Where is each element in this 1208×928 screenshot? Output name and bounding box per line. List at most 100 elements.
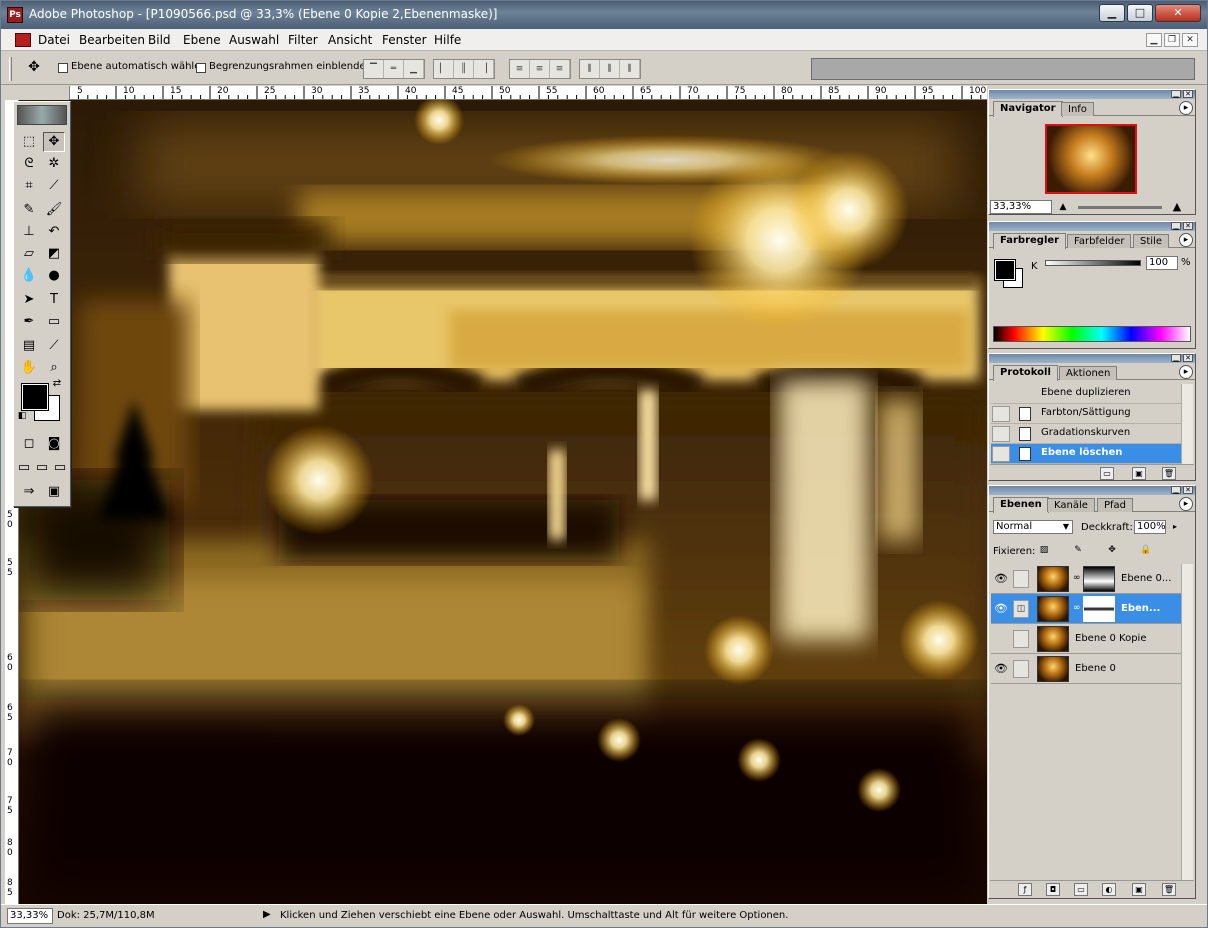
auto-select-checkbox[interactable]	[58, 63, 68, 73]
distribute-hcenter-icon[interactable]: ⫼	[600, 60, 620, 78]
menu-ebene[interactable]: Ebene	[183, 33, 221, 47]
zoom-out-icon[interactable]: ▲	[1054, 200, 1072, 214]
doc-close-button[interactable]: ✕	[1182, 33, 1198, 47]
align-bottom-icon[interactable]: ▁	[404, 60, 424, 78]
horizontal-ruler[interactable]: 5 10 15 20 25 30 35 40 45 50 55 60 65 70…	[69, 86, 987, 100]
menu-auswahl[interactable]: Auswahl	[229, 33, 279, 47]
history-item[interactable]: Farbton/Sättigung	[991, 404, 1181, 424]
add-mask-icon[interactable]: ◘	[1046, 883, 1060, 896]
screen-mode-standard-icon[interactable]: ▭	[16, 458, 32, 478]
layer-name[interactable]: Eben...	[1121, 603, 1160, 614]
mask-link-icon[interactable]: ∞	[1073, 603, 1081, 613]
dodge-tool-icon[interactable]: ●	[43, 266, 65, 286]
new-set-icon[interactable]: ▭	[1074, 883, 1088, 896]
trash-icon[interactable]: 🗑	[1162, 467, 1176, 480]
palette-close-button[interactable]: ✕	[1183, 90, 1193, 98]
slice-tool-icon[interactable]: ⟋	[43, 176, 65, 196]
blend-mode-select[interactable]: Normal ▼	[993, 520, 1073, 534]
opacity-input[interactable]: 100%	[1134, 520, 1166, 534]
distribute-left-icon[interactable]: ⫼	[580, 60, 600, 78]
eye-icon[interactable]: 👁	[993, 601, 1009, 617]
palette-minimize-button[interactable]: ▁	[1171, 90, 1181, 98]
eye-icon[interactable]: 👁	[993, 571, 1009, 587]
layer-row[interactable]: 👁 ∞ Ebene 0...	[991, 564, 1181, 594]
path-select-icon[interactable]: ➤	[18, 290, 40, 310]
align-vcenter-icon[interactable]: ═	[384, 60, 404, 78]
menu-hilfe[interactable]: Hilfe	[434, 33, 461, 47]
layer-row[interactable]: 👁 Ebene 0	[991, 654, 1181, 684]
k-value-input[interactable]: 100	[1146, 256, 1178, 270]
zoom-tool-icon[interactable]: ⌕	[43, 358, 65, 378]
tab-pfad[interactable]: Pfad	[1097, 498, 1134, 512]
navigator-thumbnail[interactable]	[1045, 124, 1137, 194]
color-spectrum[interactable]	[993, 326, 1191, 342]
palette-titlebar[interactable]: ▁ ✕	[989, 486, 1195, 495]
lock-image-icon[interactable]: ✎	[1071, 542, 1085, 558]
lock-transparency-icon[interactable]: ▨	[1037, 542, 1051, 558]
doc-restore-button[interactable]: ❐	[1164, 33, 1180, 47]
palette-titlebar[interactable]: ▁ ✕	[989, 354, 1195, 363]
layer-link-box[interactable]	[1013, 660, 1029, 678]
swap-colors-icon[interactable]: ⇄	[50, 378, 64, 390]
status-zoom-input[interactable]: 33,33%	[7, 908, 53, 924]
layer-thumbnail[interactable]	[1037, 566, 1069, 592]
align-top-icon[interactable]: ▔	[364, 60, 384, 78]
type-tool-icon[interactable]: T	[43, 290, 65, 310]
lock-all-icon[interactable]: 🔒	[1139, 542, 1153, 558]
lasso-tool-icon[interactable]: ᘓ	[18, 154, 40, 174]
tab-farbregler[interactable]: Farbregler	[993, 233, 1067, 249]
history-snapshot-box[interactable]	[992, 446, 1010, 462]
eraser-tool-icon[interactable]: ▱	[18, 244, 40, 264]
history-snapshot-box[interactable]	[992, 406, 1010, 422]
layer-link-box[interactable]	[1013, 570, 1029, 588]
document-icon[interactable]	[15, 33, 31, 47]
layer-name[interactable]: Ebene 0 Kopie	[1075, 633, 1146, 644]
eye-slot[interactable]	[993, 631, 1009, 647]
fg-color-chip[interactable]	[994, 259, 1016, 281]
opacity-arrow-icon[interactable]: ▸	[1169, 520, 1181, 534]
layer-row-selected[interactable]: 👁 ◫ ∞ Eben...	[991, 594, 1181, 624]
history-item[interactable]: Gradationskurven	[991, 424, 1181, 444]
menu-fenster[interactable]: Fenster	[382, 33, 427, 47]
crop-tool-icon[interactable]: ⌗	[18, 176, 40, 196]
menu-filter[interactable]: Filter	[288, 33, 318, 47]
align-right-icon[interactable]: ▕	[474, 60, 494, 78]
layer-name[interactable]: Ebene 0...	[1121, 573, 1171, 584]
tab-kanaele[interactable]: Kanäle	[1047, 498, 1095, 512]
tab-info[interactable]: Info	[1061, 102, 1094, 116]
foreground-color-swatch[interactable]	[21, 383, 49, 411]
pen-tool-icon[interactable]: ✒	[18, 312, 40, 332]
tab-stile[interactable]: Stile	[1133, 234, 1169, 248]
distribute-vcenter-icon[interactable]: ≡	[530, 60, 550, 78]
history-item-selected[interactable]: Ebene löschen	[991, 444, 1181, 464]
hand-tool-icon[interactable]: ✋	[18, 358, 40, 378]
marquee-tool-icon[interactable]: ⬚	[18, 132, 40, 152]
layer-name[interactable]: Ebene 0	[1075, 663, 1116, 674]
mask-link-icon[interactable]: ∞	[1073, 573, 1081, 583]
palette-close-button[interactable]: ✕	[1183, 486, 1193, 494]
mask-edit-icon[interactable]: ◫	[1013, 600, 1029, 618]
distribute-top-icon[interactable]: ≡	[510, 60, 530, 78]
tab-navigator[interactable]: Navigator	[993, 101, 1063, 117]
palette-titlebar[interactable]: ▁ ✕	[989, 90, 1195, 99]
screen-mode-full-menu-icon[interactable]: ▭	[34, 458, 50, 478]
new-snapshot-icon[interactable]: ▣	[1132, 467, 1146, 480]
zoom-in-icon[interactable]: ▲	[1166, 200, 1188, 214]
palette-menu-icon[interactable]: ▸	[1179, 101, 1193, 115]
doc-minimize-button[interactable]: ▁	[1146, 33, 1162, 47]
layer-thumbnail[interactable]	[1037, 596, 1069, 622]
eye-icon[interactable]: 👁	[993, 661, 1009, 677]
layer-link-box[interactable]	[1013, 630, 1029, 648]
options-grip[interactable]	[9, 57, 12, 81]
history-scrollbar[interactable]	[1181, 384, 1193, 464]
palette-menu-icon[interactable]: ▸	[1179, 365, 1193, 379]
default-colors-icon[interactable]: ◧	[16, 410, 28, 422]
history-brush-icon[interactable]: ↶	[43, 222, 65, 242]
palette-close-button[interactable]: ✕	[1183, 222, 1193, 230]
layer-style-icon[interactable]: ƒ	[1018, 883, 1032, 896]
notes-tool-icon[interactable]: ▤	[18, 336, 40, 356]
new-layer-icon[interactable]: ▣	[1132, 883, 1146, 896]
layer-thumbnail[interactable]	[1037, 656, 1069, 682]
layer-row[interactable]: Ebene 0 Kopie	[991, 624, 1181, 654]
brush-tool-icon[interactable]: 🖌	[43, 200, 65, 220]
